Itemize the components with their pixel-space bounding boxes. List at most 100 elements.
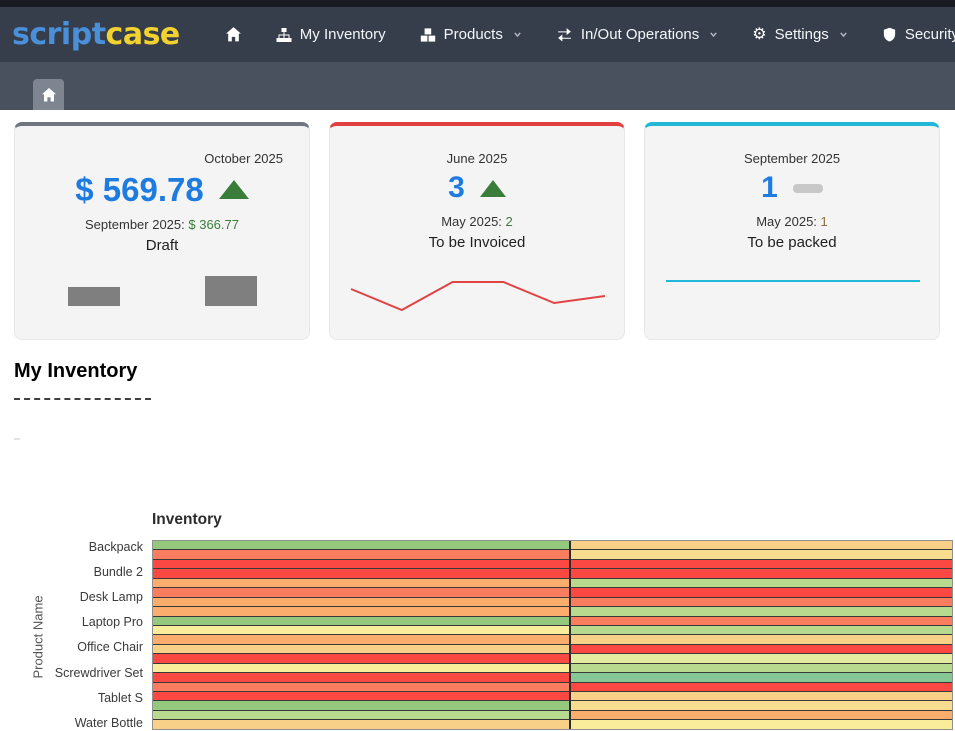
app-logo[interactable]: scriptcase bbox=[12, 17, 180, 52]
mini-bar-chart bbox=[15, 276, 309, 306]
heatmap-cell bbox=[569, 711, 952, 720]
top-strip bbox=[0, 0, 955, 7]
mini-line-chart bbox=[345, 276, 611, 316]
heatmap-cell bbox=[153, 711, 569, 720]
heatmap-cell bbox=[569, 654, 952, 663]
inventory-heatmap: Inventory Product Name BackpackBundle 2D… bbox=[0, 505, 955, 730]
kpi-card-draft: October 2025 $ 569.78 September 2025: $ … bbox=[14, 122, 310, 340]
kpi-period: June 2025 bbox=[330, 151, 624, 166]
heatmap-cell bbox=[569, 598, 952, 607]
gears-icon: ⚙ bbox=[752, 27, 766, 43]
y-tick-label: Desk Lamp bbox=[0, 590, 148, 605]
chevron-down-icon bbox=[709, 30, 718, 39]
kpi-value: $ 569.78 bbox=[75, 173, 203, 206]
y-tick-label: Laptop Pro bbox=[0, 615, 148, 630]
nav-item-label: Products bbox=[444, 26, 503, 43]
y-tick-label: Screwdriver Set bbox=[0, 666, 148, 681]
tab-home[interactable] bbox=[33, 79, 64, 110]
faint-mark bbox=[14, 438, 20, 440]
logo-part2: case bbox=[106, 17, 180, 52]
heatmap-cell bbox=[153, 598, 569, 607]
y-tick-label: Water Bottle bbox=[0, 716, 148, 731]
heatmap-cell bbox=[153, 588, 569, 597]
heatmap-cell bbox=[153, 607, 569, 616]
heatmap-cell bbox=[569, 635, 952, 644]
kpi-previous: May 2025: 2 bbox=[330, 214, 624, 229]
main-navbar: scriptcase My Inventory Products In/Out … bbox=[0, 7, 955, 62]
heatmap-cell bbox=[153, 626, 569, 635]
y-tick-label: Backpack bbox=[0, 540, 148, 555]
nav-item-inout-operations[interactable]: In/Out Operations bbox=[539, 16, 735, 53]
heatmap-plot bbox=[152, 540, 953, 730]
kpi-previous: May 2025: 1 bbox=[645, 214, 939, 229]
nav-item-home[interactable] bbox=[208, 16, 259, 53]
nav-item-my-inventory[interactable]: My Inventory bbox=[259, 16, 403, 53]
heatmap-cell bbox=[569, 550, 952, 559]
nav-menu: My Inventory Products In/Out Operations … bbox=[208, 16, 955, 53]
heatmap-cell bbox=[569, 664, 952, 673]
mini-line-chart bbox=[660, 261, 926, 301]
heatmap-cell bbox=[569, 673, 952, 682]
kpi-value: 3 bbox=[448, 173, 465, 203]
heatmap-cell bbox=[153, 720, 569, 729]
heatmap-cell bbox=[153, 701, 569, 710]
chart-title: Inventory bbox=[152, 511, 222, 529]
mini-bar bbox=[205, 276, 257, 306]
heatmap-cell bbox=[569, 579, 952, 588]
heatmap-cell bbox=[153, 654, 569, 663]
kpi-status: To be packed bbox=[645, 234, 939, 251]
y-tick-label: Office Chair bbox=[0, 640, 148, 655]
kpi-previous-label: September 2025: bbox=[85, 217, 185, 232]
heatmap-cell bbox=[569, 692, 952, 701]
heatmap-cell bbox=[153, 617, 569, 626]
heatmap-cell bbox=[153, 541, 569, 550]
sitemap-icon bbox=[276, 27, 292, 43]
heatmap-cell bbox=[153, 645, 569, 654]
chevron-down-icon bbox=[513, 30, 522, 39]
kpi-previous-value: 2 bbox=[506, 214, 513, 229]
kpi-period: October 2025 bbox=[15, 151, 309, 166]
nav-item-label: In/Out Operations bbox=[581, 26, 699, 43]
heatmap-cell bbox=[153, 579, 569, 588]
kpi-previous-value: $ 366.77 bbox=[188, 217, 239, 232]
trend-flat-icon bbox=[793, 184, 823, 193]
shield-icon bbox=[882, 27, 897, 42]
mini-bar bbox=[68, 287, 120, 306]
chevron-down-icon bbox=[839, 30, 848, 39]
kpi-previous-label: May 2025: bbox=[441, 214, 502, 229]
logo-part1: script bbox=[12, 17, 106, 52]
heatmap-cell bbox=[153, 569, 569, 578]
heatmap-cell bbox=[569, 626, 952, 635]
heatmap-cell bbox=[153, 550, 569, 559]
trend-up-icon bbox=[480, 180, 506, 197]
home-icon bbox=[41, 87, 57, 103]
cubes-icon bbox=[420, 27, 436, 43]
kpi-status: Draft bbox=[15, 237, 309, 254]
kpi-cards-row: October 2025 $ 569.78 September 2025: $ … bbox=[14, 122, 940, 340]
heatmap-cell bbox=[153, 560, 569, 569]
heatmap-cell bbox=[569, 588, 952, 597]
nav-item-products[interactable]: Products bbox=[403, 16, 539, 53]
nav-item-label: Settings bbox=[775, 26, 829, 43]
heatmap-cell bbox=[569, 607, 952, 616]
y-tick-label: Bundle 2 bbox=[0, 565, 148, 580]
trend-up-icon bbox=[219, 180, 249, 199]
y-tick-label: Tablet S bbox=[0, 691, 148, 706]
heatmap-cell bbox=[153, 673, 569, 682]
kpi-period: September 2025 bbox=[645, 151, 939, 166]
heatmap-cell bbox=[569, 560, 952, 569]
kpi-status: To be Invoiced bbox=[330, 234, 624, 251]
kpi-card-to-be-invoiced: June 2025 3 May 2025: 2 To be Invoiced bbox=[329, 122, 625, 340]
kpi-card-to-be-packed: September 2025 1 May 2025: 1 To be packe… bbox=[644, 122, 940, 340]
nav-item-label: My Inventory bbox=[300, 26, 386, 43]
page-title: My Inventory bbox=[14, 360, 137, 383]
nav-item-security[interactable]: Security bbox=[865, 16, 955, 53]
nav-item-settings[interactable]: ⚙ Settings bbox=[735, 16, 865, 53]
heatmap-cell bbox=[569, 617, 952, 626]
heatmap-cell bbox=[569, 683, 952, 692]
kpi-previous-label: May 2025: bbox=[756, 214, 817, 229]
exchange-icon bbox=[556, 26, 573, 43]
tab-bar bbox=[0, 62, 955, 110]
home-icon bbox=[225, 26, 242, 43]
section-divider bbox=[14, 398, 151, 400]
